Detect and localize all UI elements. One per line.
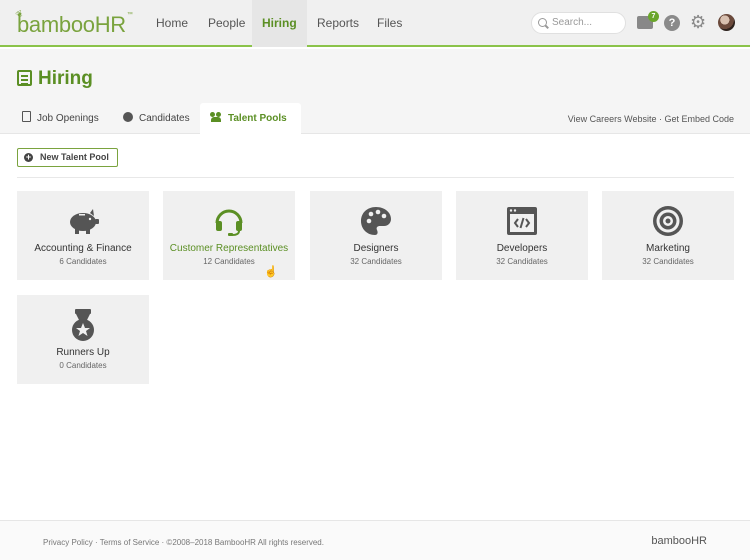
- page-title: Hiring: [17, 68, 93, 90]
- code-window-icon: [507, 207, 537, 235]
- divider: [17, 177, 734, 178]
- nav-home[interactable]: Home: [146, 0, 198, 47]
- nav-reports[interactable]: Reports: [307, 0, 369, 47]
- talent-pool-card[interactable]: Designers 32 Candidates: [310, 191, 442, 280]
- nav-hiring[interactable]: Hiring: [252, 0, 307, 47]
- inbox-badge: 7: [648, 11, 659, 22]
- gear-icon[interactable]: ⚙: [690, 13, 706, 31]
- pool-count: 32 Candidates: [642, 257, 694, 266]
- palette-icon: [361, 207, 391, 235]
- pool-name: Developers: [496, 243, 548, 254]
- pool-name: Customer Representatives: [169, 243, 289, 254]
- medal-icon: [72, 309, 94, 341]
- bamboohr-logo[interactable]: ❦ bambooHR™: [14, 8, 133, 38]
- help-icon[interactable]: ?: [664, 15, 680, 31]
- people-group-icon: [210, 112, 222, 122]
- pool-count: 32 Candidates: [350, 257, 402, 266]
- tab-talent-pools[interactable]: Talent Pools: [200, 103, 301, 134]
- clipboard-icon: [17, 70, 32, 86]
- hand-cursor-icon: ☝: [264, 266, 278, 278]
- search-placeholder: Search...: [552, 17, 593, 28]
- pool-count: 32 Candidates: [496, 257, 548, 266]
- tab-label: Talent Pools: [228, 113, 287, 124]
- talent-pool-card[interactable]: Marketing 32 Candidates: [602, 191, 734, 280]
- talent-pool-card[interactable]: Developers 32 Candidates: [456, 191, 588, 280]
- piggy-bank-icon: [70, 209, 99, 234]
- search-icon: [538, 18, 547, 27]
- tab-label: Candidates: [139, 113, 190, 124]
- logo-trademark: ™: [126, 12, 133, 18]
- page-header: Hiring Job Openings Candidates Talent Po…: [0, 49, 750, 134]
- job-opening-icon: [22, 111, 31, 122]
- tab-job-openings[interactable]: Job Openings: [12, 103, 113, 134]
- plus-icon: +: [24, 152, 33, 162]
- nav-files[interactable]: Files: [367, 0, 412, 47]
- career-links[interactable]: View Careers Website · Get Embed Code: [568, 114, 734, 124]
- footer-logo: bambooHR: [651, 535, 707, 547]
- pool-count: 0 Candidates: [59, 361, 107, 370]
- top-navigation: ❦ bambooHR™ Home People Hiring Reports Fi…: [0, 0, 750, 47]
- footer: Privacy Policy · Terms of Service · ©200…: [0, 520, 750, 560]
- new-talent-pool-label: New Talent Pool: [40, 152, 109, 162]
- footer-links[interactable]: Privacy Policy · Terms of Service · ©200…: [43, 538, 324, 547]
- new-talent-pool-button[interactable]: + New Talent Pool: [17, 148, 118, 167]
- page-title-text: Hiring: [38, 68, 93, 89]
- talent-pool-card[interactable]: Accounting & Finance 6 Candidates: [17, 191, 149, 280]
- logo-text: bambooHR: [17, 12, 126, 37]
- tab-candidates[interactable]: Candidates: [113, 103, 204, 134]
- avatar[interactable]: [718, 14, 735, 31]
- tab-label: Job Openings: [37, 113, 99, 124]
- target-icon: [653, 206, 683, 236]
- pool-name: Designers: [353, 243, 399, 254]
- pool-name: Runners Up: [56, 347, 110, 358]
- nav-people[interactable]: People: [198, 0, 255, 47]
- pool-name: Accounting & Finance: [34, 243, 132, 254]
- pool-name: Marketing: [646, 243, 690, 254]
- search-input[interactable]: Search...: [531, 12, 626, 34]
- person-icon: [123, 112, 133, 122]
- pool-count: 6 Candidates: [59, 257, 107, 266]
- talent-pool-card[interactable]: Runners Up 0 Candidates: [17, 295, 149, 384]
- headset-icon: [215, 209, 243, 236]
